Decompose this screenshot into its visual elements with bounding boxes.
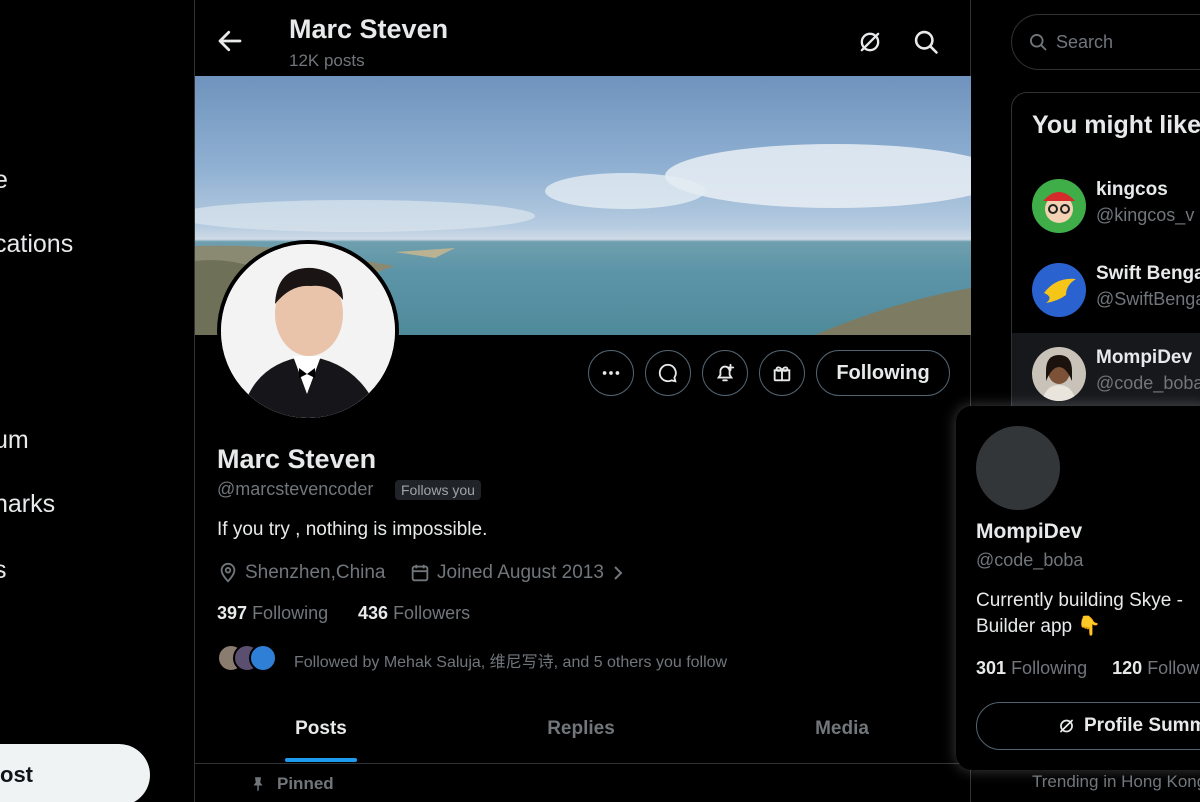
location: Shenzhen,China [217, 562, 386, 584]
profile-column: Marc Steven 12K posts Following Marc Ste… [194, 0, 971, 802]
active-tab-indicator [285, 758, 357, 762]
tab-posts[interactable]: Posts [221, 718, 421, 740]
recommendation-handle: @kingcos_v [1096, 205, 1195, 225]
profile-handle: @marcstevencoder [217, 479, 374, 499]
nav-item-notifications[interactable]: cations [0, 230, 73, 259]
profile-tabs: Posts Replies Media [195, 694, 971, 764]
profile-summary-button[interactable]: Profile Summary [976, 702, 1200, 750]
hovercard-followers-stat[interactable]: 120 Followers [1112, 658, 1200, 678]
hovercard-bio: Currently building Skye - Builder app 👇 [976, 590, 1183, 637]
profile-bio: If you try , nothing is impossible. [217, 519, 488, 540]
recommendation-item[interactable]: Swift Bengal @SwiftBengal [1012, 249, 1200, 333]
page-title: Marc Steven [289, 14, 449, 44]
recommendation-handle: @SwiftBengal [1096, 289, 1200, 309]
join-date-text: Joined August 2013 [437, 562, 604, 583]
search-placeholder: Search [1056, 31, 1114, 52]
tab-media[interactable]: Media [742, 718, 942, 740]
profile-photo [221, 244, 395, 418]
more-dots-icon [602, 371, 620, 375]
hovercard-following-stat[interactable]: 301 Following [976, 658, 1087, 678]
search-icon [1030, 34, 1047, 51]
message-button[interactable] [645, 350, 691, 396]
hovercard-following-count: 301 [976, 658, 1007, 678]
avatar [1032, 347, 1086, 401]
hovercard-handle[interactable]: @code_boba [976, 550, 1083, 571]
post-button[interactable]: ost [0, 744, 150, 802]
following-label: Following [252, 603, 329, 623]
profile-header-bar: Marc Steven 12K posts [195, 0, 971, 76]
recommendation-name: MompiDev [1096, 347, 1193, 368]
search-icon[interactable] [912, 28, 940, 56]
avatar [1032, 263, 1086, 317]
hovercard-stats: 301 Following 120 Followers [976, 658, 1200, 679]
hovercard-following-label: Following [1011, 658, 1088, 678]
profile-avatar[interactable] [217, 240, 399, 422]
avatar [1032, 179, 1086, 233]
following-stat[interactable]: 397 Following [217, 603, 328, 624]
pinned-label: Pinned [277, 774, 334, 793]
nav-item-home[interactable]: e [0, 166, 8, 195]
recommendation-handle: @code_boba [1096, 373, 1200, 393]
trending-label[interactable]: Trending in Hong Kong [1032, 772, 1200, 792]
profile-summary-label: Profile Summary [1084, 715, 1200, 736]
follower-avatar [249, 644, 277, 672]
pin-icon [253, 777, 263, 791]
back-arrow-icon[interactable] [215, 26, 245, 56]
subscribe-gift-button[interactable] [759, 350, 805, 396]
nav-item-lists[interactable]: s [0, 556, 7, 585]
recommendation-item[interactable]: MompiDev @code_boba [1012, 333, 1200, 417]
more-options-button[interactable] [588, 350, 634, 396]
grok-icon[interactable] [856, 28, 884, 56]
followed-by-avatars[interactable] [217, 644, 279, 674]
grok-icon [1060, 719, 1073, 733]
post-count: 12K posts [289, 51, 365, 70]
nav-item-premium[interactable]: um [0, 426, 29, 455]
notify-button[interactable] [702, 350, 748, 396]
hovercard-followers-label: Followers [1147, 658, 1200, 678]
recommendation-item[interactable]: kingcos @kingcos_v [1012, 165, 1200, 249]
location-text: Shenzhen,China [245, 562, 386, 583]
chevron-right-icon[interactable] [610, 563, 626, 583]
you-might-like-panel: You might like kingcos @kingcos_v Swift … [1011, 92, 1200, 422]
hovercard-followers-count: 120 [1112, 658, 1143, 678]
followers-count: 436 [358, 603, 389, 623]
join-date: Joined August 2013 [409, 562, 626, 584]
gift-icon [773, 366, 791, 382]
followers-label: Followers [393, 603, 471, 623]
message-bubble-icon [658, 363, 677, 383]
you-might-like-title: You might like [1032, 111, 1200, 139]
tab-replies[interactable]: Replies [481, 718, 681, 740]
left-navigation: e cations um narks s ost [0, 0, 194, 802]
hovercard-name[interactable]: MompiDev [976, 520, 1082, 544]
bell-plus-icon [716, 363, 735, 382]
recommendation-name: kingcos [1096, 179, 1168, 200]
pinned-indicator: Pinned [249, 774, 334, 794]
profile-name: Marc Steven [217, 444, 377, 474]
follows-you-badge: Follows you [395, 480, 481, 500]
following-button[interactable]: Following [816, 350, 950, 396]
location-pin-icon [220, 562, 236, 583]
hovercard-avatar[interactable] [976, 426, 1060, 510]
following-count: 397 [217, 603, 248, 623]
calendar-icon [411, 564, 429, 582]
followers-stat[interactable]: 436 Followers [358, 603, 470, 624]
recommendation-name: Swift Bengal [1096, 263, 1200, 284]
followed-by-text[interactable]: Followed by Mehak Saluja, 维尼写诗, and 5 ot… [294, 648, 727, 672]
nav-item-bookmarks[interactable]: narks [0, 490, 55, 519]
profile-hover-card: MompiDev @code_boba Currently building S… [956, 406, 1200, 770]
search-input[interactable]: Search [1011, 14, 1200, 70]
